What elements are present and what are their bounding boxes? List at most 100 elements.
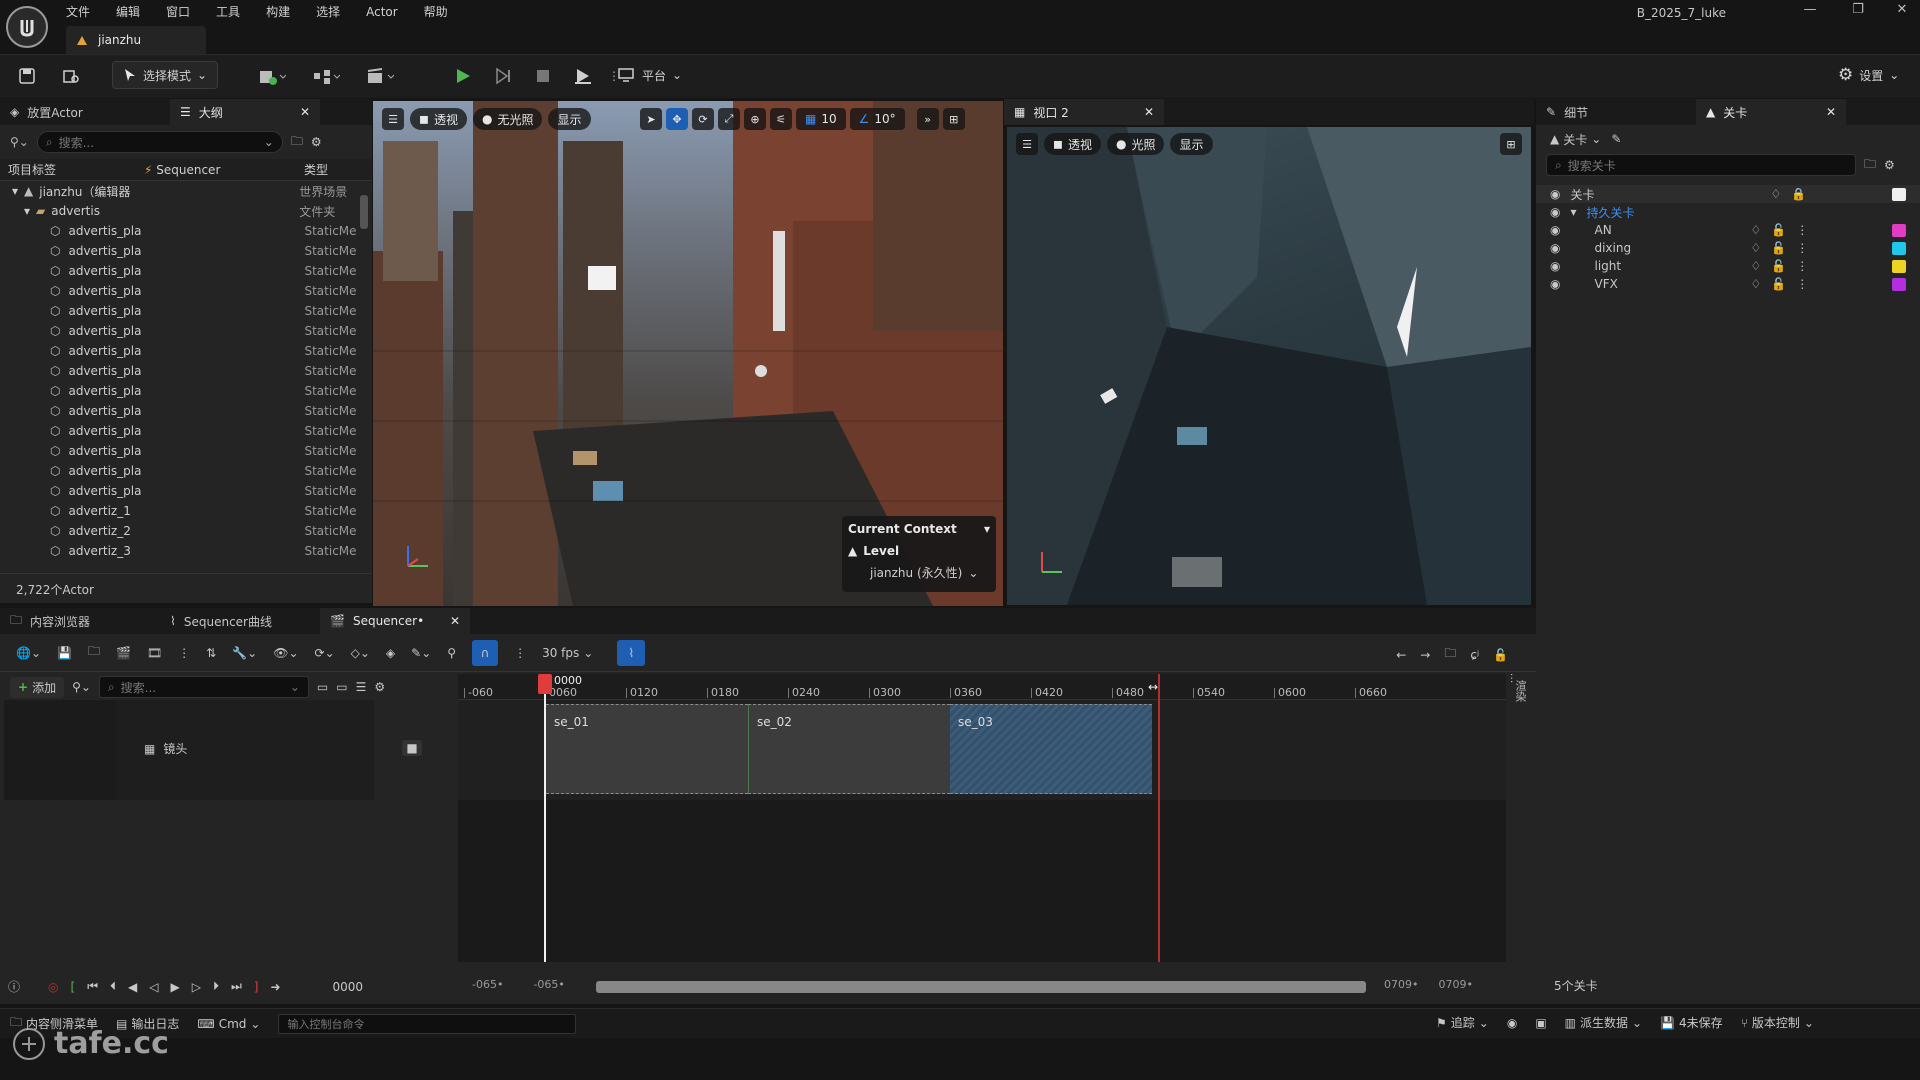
outliner-row[interactable]: ⬡ advertis_pla StaticMe	[0, 441, 372, 461]
fps-dropdown[interactable]: 30 fps ⌄	[542, 646, 593, 660]
prev-frame-icon[interactable]: ◀	[128, 980, 137, 994]
outliner-row[interactable]: ⬡ advertis_pla StaticMe	[0, 241, 372, 261]
loop-icon[interactable]: ➜	[270, 980, 280, 994]
trace-dropdown[interactable]: ⚑ 追踪 ⌄	[1436, 1014, 1489, 1031]
menu-help[interactable]: 帮助	[424, 3, 448, 20]
hamburger-menu-icon[interactable]: ☰	[1016, 133, 1038, 155]
outliner-row[interactable]: ⬡ advertis_pla StaticMe	[0, 481, 372, 501]
range-end-a[interactable]: 0709•	[1384, 978, 1418, 991]
menu-select[interactable]: 选择	[316, 3, 340, 20]
record-icon[interactable]: ◉	[1507, 1016, 1517, 1030]
outliner-row[interactable]: ⬡ advertiz_2 StaticMe	[0, 521, 372, 541]
list-icon[interactable]: ☰	[356, 680, 367, 694]
view-icon[interactable]: 👁⌄	[273, 646, 298, 660]
shot-section-3[interactable]: se_03	[950, 704, 1152, 794]
pencil-icon[interactable]: ✎	[1611, 132, 1621, 146]
col-type-label[interactable]: 类型	[304, 161, 328, 178]
outliner-search-input[interactable]: ⌕ 搜索... ⌄	[36, 131, 283, 153]
translate-tool-icon[interactable]: ✥	[666, 108, 688, 130]
next-key-icon[interactable]: ⏵	[213, 979, 219, 994]
new-folder-icon[interactable]: 🗀	[1864, 155, 1876, 176]
play-icon[interactable]	[448, 62, 478, 90]
outliner-row[interactable]: ⬡ advertis_pla StaticMe	[0, 401, 372, 421]
current-frame-display[interactable]: 0000	[333, 980, 364, 994]
world-icon[interactable]: 🌐⌄	[16, 646, 41, 660]
key-icon[interactable]: ⇅	[206, 646, 216, 660]
edit-icon[interactable]: ✎⌄	[411, 646, 431, 660]
tools-icon[interactable]: 🔧⌄	[232, 646, 257, 660]
lightbulb-icon[interactable]: ♢	[1750, 259, 1761, 273]
camera-icon[interactable]: ■	[402, 740, 422, 756]
tree-root-row[interactable]: ▾ ▲ jianzhu（编辑器 世界场景	[0, 181, 372, 201]
level-row-persistent[interactable]: ◉ ▾ 持久关卡	[1536, 203, 1920, 221]
folder-icon[interactable]: 🗀	[1444, 644, 1456, 665]
more-options-icon[interactable]: ⋮	[514, 646, 526, 660]
level-options-icon[interactable]: ⋮	[1796, 223, 1808, 237]
more-icon[interactable]: »	[916, 108, 939, 130]
tab-content-browser[interactable]: 🗀 内容浏览器	[0, 608, 160, 634]
info-icon[interactable]: ⓘ	[8, 978, 20, 995]
world-space-icon[interactable]: ⊕	[744, 108, 766, 130]
close-tab-icon[interactable]: ✕	[1144, 105, 1154, 119]
selection-mode-dropdown[interactable]: 选择模式 ⌄	[112, 61, 219, 89]
range-end-b[interactable]: 0709•	[1438, 978, 1472, 991]
expand-icon[interactable]: ▭	[336, 680, 347, 694]
record-icon[interactable]: ◎	[48, 980, 58, 994]
content-browser-icon[interactable]	[56, 62, 86, 90]
level-color-swatch[interactable]	[1892, 277, 1906, 291]
outliner-row[interactable]: ⬡ advertis_pla StaticMe	[0, 361, 372, 381]
level-options-icon[interactable]: ⋮	[1796, 259, 1808, 273]
grid-snap-button[interactable]: ▦ 10	[796, 108, 846, 130]
eye-icon[interactable]: ◉	[1550, 205, 1560, 219]
scale-tool-icon[interactable]: ⤢	[718, 108, 740, 130]
auto-key-icon[interactable]: ◈	[386, 646, 395, 660]
step-icon[interactable]	[488, 62, 518, 90]
prev-key-icon[interactable]: ⏴	[110, 979, 116, 994]
level-row[interactable]: ◉ VFX ♢ 🔓 ⋮	[1536, 275, 1920, 293]
gear-icon[interactable]: ⚙	[1884, 158, 1895, 172]
link-icon[interactable]: ɕʲ	[1470, 648, 1479, 662]
lighting-button[interactable]: ● 光照	[1106, 133, 1165, 155]
gear-icon[interactable]: ⚙	[374, 680, 385, 694]
tab-details[interactable]: ✎ 细节	[1536, 99, 1696, 125]
outliner-row[interactable]: ⬡ advertis_pla StaticMe	[0, 381, 372, 401]
timeline-ruler[interactable]: -060 0060 0120 0180 0240 0300 0360 0420 0480 0540…	[458, 674, 1506, 700]
view-range-scrollbar[interactable]	[596, 981, 1366, 993]
stop-icon[interactable]	[528, 62, 558, 90]
shot-section-2[interactable]: se_02	[748, 704, 950, 794]
gear-icon[interactable]: ⚙	[311, 135, 322, 149]
console-input[interactable]: 输入控制台命令	[278, 1013, 577, 1034]
rotation-snap-button[interactable]: ∠ 10°	[849, 108, 905, 130]
levels-search-input[interactable]: ⌕ 搜索关卡	[1546, 154, 1856, 176]
lock-icon[interactable]: 🔓	[1771, 277, 1786, 291]
close-tab-icon[interactable]: ✕	[300, 105, 310, 119]
set-end-icon[interactable]: ]	[254, 980, 259, 994]
jump-end-icon[interactable]: ⏭	[231, 979, 242, 994]
eye-icon[interactable]: ◉	[1550, 187, 1560, 201]
source-control-dropdown[interactable]: ⑂ 版本控制 ⌄	[1741, 1014, 1814, 1031]
render-icon[interactable]: 🎬	[116, 646, 131, 660]
lightbulb-icon[interactable]: ♢	[1750, 277, 1761, 291]
settings-dropdown[interactable]: ⚙ 设置 ⌄	[1832, 61, 1905, 89]
close-tab-icon[interactable]: ✕	[450, 614, 460, 628]
browse-icon[interactable]: 🗀	[88, 642, 100, 663]
sliders-icon[interactable]: ⫶	[1510, 672, 1513, 687]
chevron-down-icon[interactable]: ▾	[984, 522, 990, 536]
lightbulb-icon[interactable]: ♢	[1750, 241, 1761, 255]
level-color-swatch[interactable]	[1892, 241, 1906, 255]
level-color-swatch[interactable]	[1892, 223, 1906, 237]
level-row[interactable]: ◉ dixing ♢ 🔓 ⋮	[1536, 239, 1920, 257]
outliner-row[interactable]: ⬡ advertis_pla StaticMe	[0, 261, 372, 281]
cmd-dropdown[interactable]: ⌨ Cmd ⌄	[197, 1017, 260, 1031]
level-options-icon[interactable]: ⋮	[1796, 277, 1808, 291]
keyframe-icon[interactable]: ◇⌄	[351, 646, 370, 660]
menu-file[interactable]: 文件	[66, 3, 90, 20]
lighting-button[interactable]: ● 无光照	[472, 108, 543, 130]
menu-tools[interactable]: 工具	[216, 3, 240, 20]
end-marker[interactable]	[1158, 674, 1160, 962]
outliner-row[interactable]: ⬡ advertis_pla StaticMe	[0, 281, 372, 301]
play-icon[interactable]: ▶	[170, 980, 179, 994]
timeline-area[interactable]: -060 0060 0120 0180 0240 0300 0360 0420 0480 0540…	[458, 674, 1506, 962]
derived-data-dropdown[interactable]: ▥ 派生数据 ⌄	[1565, 1014, 1642, 1031]
levels-dropdown[interactable]: ▲ 关卡 ⌄	[1550, 131, 1601, 148]
